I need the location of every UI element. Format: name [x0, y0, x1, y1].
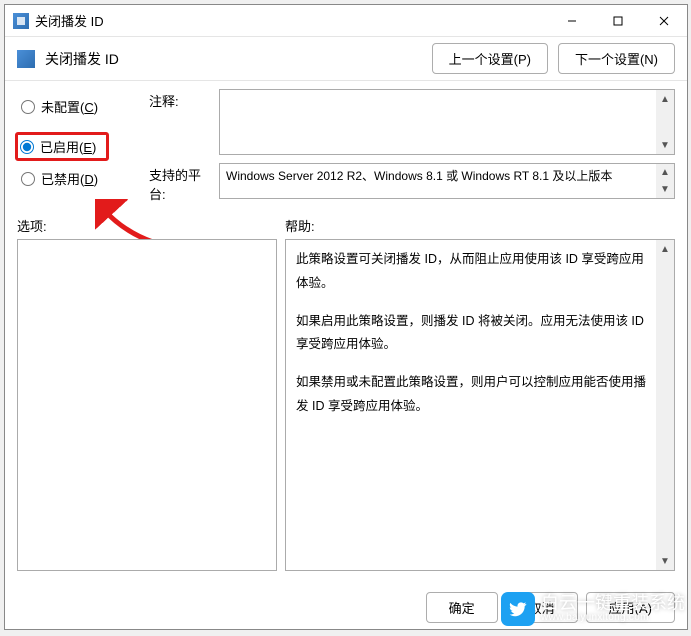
- help-text: 此策略设置可关闭播发 ID，从而阻止应用使用该 ID 享受跨应用体验。 如果启用…: [286, 240, 656, 570]
- scroll-up-icon[interactable]: ▲: [656, 90, 674, 108]
- radio-disabled[interactable]: 已禁用(D): [21, 169, 137, 188]
- close-icon: [658, 15, 670, 27]
- app-icon: [13, 13, 29, 29]
- comment-label: 注释:: [149, 89, 211, 110]
- help-paragraph-3: 如果禁用或未配置此策略设置，则用户可以控制应用能否使用播发 ID 享受跨应用体验…: [296, 371, 646, 419]
- scroll-up-icon[interactable]: ▲: [656, 240, 674, 258]
- platform-value: Windows Server 2012 R2、Windows 8.1 或 Win…: [220, 164, 656, 198]
- maximize-icon: [612, 15, 624, 27]
- scroll-down-icon[interactable]: ▼: [656, 181, 674, 198]
- header-row: 关闭播发 ID 上一个设置(P) 下一个设置(N): [5, 37, 687, 81]
- content-area: 未配置(C) 已启用(E) 已禁用(D) 注释:: [5, 81, 687, 571]
- help-pane: 此策略设置可关闭播发 ID，从而阻止应用使用该 ID 享受跨应用体验。 如果启用…: [285, 239, 675, 571]
- radio-not-configured-label: 未配置(C): [41, 97, 98, 116]
- enabled-highlight: 已启用(E): [15, 132, 109, 161]
- dialog-footer: 确定 取消 应用(A): [426, 592, 675, 623]
- window-root: 关闭播发 ID 关闭播发 ID 上一个设置(P) 下一个设置(N) 未配置(C): [4, 4, 688, 630]
- radio-disabled-input[interactable]: [21, 172, 35, 186]
- comment-value: [220, 90, 656, 154]
- minimize-button[interactable]: [549, 5, 595, 36]
- ok-button[interactable]: 确定: [426, 592, 498, 623]
- comment-textarea[interactable]: ▲ ▼: [219, 89, 675, 155]
- radio-enabled-label: 已启用(E): [40, 137, 96, 156]
- policy-icon: [17, 50, 35, 68]
- policy-title: 关闭播发 ID: [45, 49, 422, 69]
- scroll-up-icon[interactable]: ▲: [656, 164, 674, 181]
- radio-not-configured-input[interactable]: [21, 100, 35, 114]
- help-paragraph-1: 此策略设置可关闭播发 ID，从而阻止应用使用该 ID 享受跨应用体验。: [296, 248, 646, 296]
- radio-not-configured[interactable]: 未配置(C): [21, 97, 137, 116]
- titlebar[interactable]: 关闭播发 ID: [5, 5, 687, 37]
- radio-enabled-input[interactable]: [20, 140, 34, 154]
- radio-disabled-label: 已禁用(D): [41, 169, 98, 188]
- cancel-button[interactable]: 取消: [506, 592, 578, 623]
- options-pane: [17, 239, 277, 571]
- maximize-button[interactable]: [595, 5, 641, 36]
- scroll-down-icon[interactable]: ▼: [656, 552, 674, 570]
- apply-button[interactable]: 应用(A): [586, 592, 675, 623]
- options-label: 选项:: [17, 216, 285, 235]
- window-title: 关闭播发 ID: [35, 11, 549, 30]
- state-radio-group: 未配置(C) 已启用(E) 已禁用(D): [17, 89, 137, 204]
- minimize-icon: [566, 15, 578, 27]
- next-setting-button[interactable]: 下一个设置(N): [558, 43, 675, 74]
- previous-setting-button[interactable]: 上一个设置(P): [432, 43, 548, 74]
- comment-scrollbar[interactable]: ▲ ▼: [656, 90, 674, 154]
- radio-enabled[interactable]: 已启用(E): [20, 137, 96, 156]
- scroll-down-icon[interactable]: ▼: [656, 136, 674, 154]
- platform-label: 支持的平台:: [149, 163, 211, 203]
- help-label: 帮助:: [285, 216, 315, 235]
- platform-box: Windows Server 2012 R2、Windows 8.1 或 Win…: [219, 163, 675, 199]
- help-paragraph-2: 如果启用此策略设置，则播发 ID 将被关闭。应用无法使用该 ID 享受跨应用体验…: [296, 310, 646, 358]
- help-scrollbar[interactable]: ▲ ▼: [656, 240, 674, 570]
- platform-scrollbar[interactable]: ▲ ▼: [656, 164, 674, 198]
- close-button[interactable]: [641, 5, 687, 36]
